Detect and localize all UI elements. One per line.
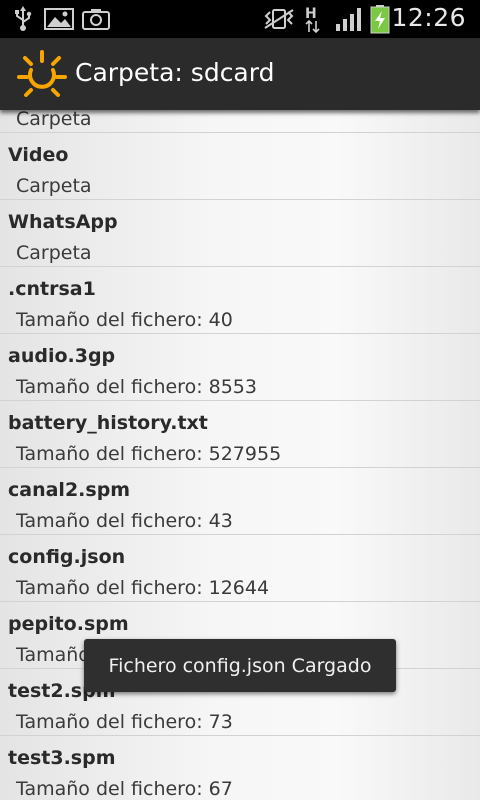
- signal-bars-icon: [334, 0, 364, 38]
- list-item[interactable]: canal2.spm Tamaño del fichero: 43: [0, 468, 480, 535]
- toast-message: Fichero config.json Cargado: [108, 654, 372, 677]
- list-item[interactable]: audio.3gp Tamaño del fichero: 8553: [0, 334, 480, 401]
- file-detail: Carpeta: [16, 110, 92, 130]
- file-name: test3.spm: [8, 747, 116, 769]
- clock: 12:26: [391, 3, 466, 32]
- gallery-icon: [44, 0, 74, 38]
- toast-notification: Fichero config.json Cargado: [84, 639, 396, 692]
- sun-icon[interactable]: [17, 50, 67, 100]
- list-item[interactable]: config.json Tamaño del fichero: 12644: [0, 535, 480, 602]
- vibrate-icon: [262, 0, 296, 38]
- list-item[interactable]: Carpeta: [0, 110, 480, 133]
- data-arrows-icon: H: [304, 0, 322, 38]
- list-item[interactable]: .cntrsa1 Tamaño del fichero: 40: [0, 267, 480, 334]
- camera-icon: [82, 0, 110, 38]
- file-detail: Tamaño del fichero: 527955: [16, 443, 282, 465]
- file-detail: Carpeta: [16, 175, 92, 197]
- file-detail: Tamaño del fichero: 43: [16, 510, 233, 532]
- list-item[interactable]: battery_history.txt Tamaño del fichero: 5…: [0, 401, 480, 468]
- list-item[interactable]: WhatsApp Carpeta: [0, 200, 480, 267]
- usb-icon: [12, 0, 34, 38]
- file-detail: Carpeta: [16, 242, 92, 264]
- file-name: config.json: [8, 546, 126, 568]
- network-type-label: H: [305, 6, 317, 22]
- file-detail: Tamaño del fichero: 8553: [16, 376, 257, 398]
- file-name: WhatsApp: [8, 211, 118, 233]
- file-detail: Tamaño del fichero: 67: [16, 778, 233, 800]
- file-name: Video: [8, 144, 69, 166]
- file-detail: Tamaño del fichero: 40: [16, 309, 233, 331]
- list-item[interactable]: test3.spm Tamaño del fichero: 67: [0, 736, 480, 800]
- page-title: Carpeta: sdcard: [75, 58, 275, 87]
- file-name: pepito.spm: [8, 613, 129, 635]
- file-name: canal2.spm: [8, 479, 131, 501]
- status-bar: H 12:26: [0, 0, 480, 38]
- action-bar: Carpeta: sdcard: [0, 38, 480, 110]
- battery-charging-icon: [370, 0, 390, 38]
- list-item[interactable]: Video Carpeta: [0, 133, 480, 200]
- file-detail: Tamaño del fichero: 12644: [16, 577, 270, 599]
- file-name: battery_history.txt: [8, 412, 208, 434]
- file-name: .cntrsa1: [8, 278, 96, 300]
- file-detail: Tamaño del fichero: 73: [16, 711, 233, 733]
- file-list[interactable]: Carpeta Video Carpeta WhatsApp Carpeta .cntrs…: [0, 110, 480, 800]
- file-name: audio.3gp: [8, 345, 116, 367]
